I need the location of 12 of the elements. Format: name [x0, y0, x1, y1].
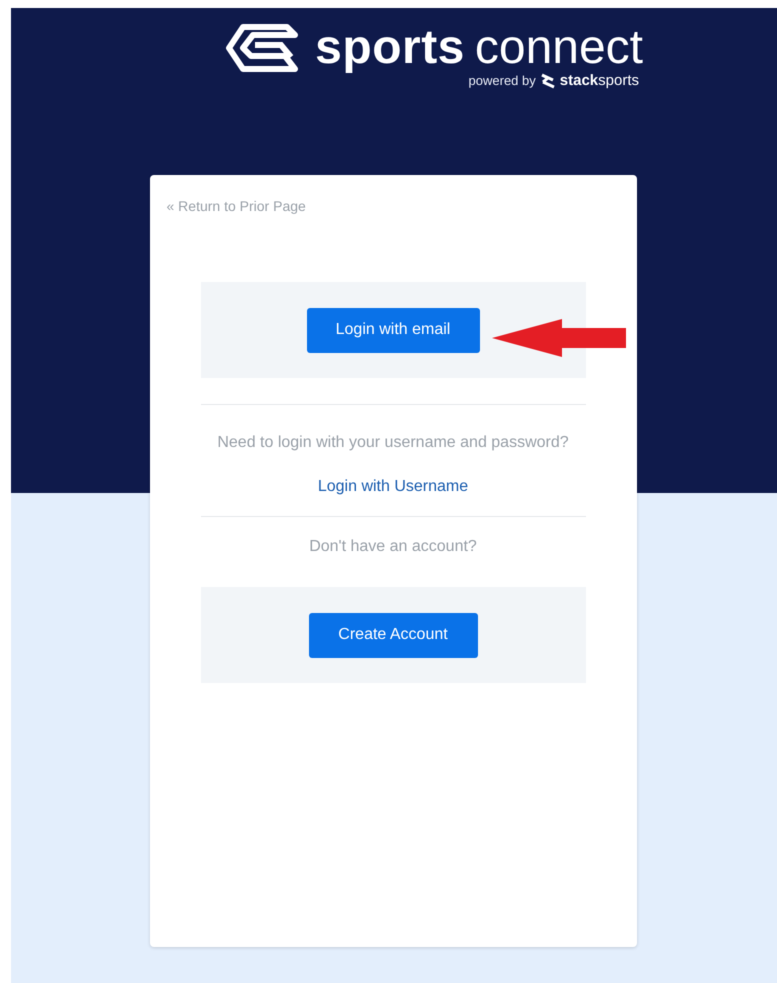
return-link[interactable]: « Return to Prior Page — [166, 198, 306, 214]
brand-text: stack — [560, 72, 598, 89]
login-email-button[interactable]: Login with email — [306, 308, 480, 352]
login-username-link[interactable]: Login with Username — [318, 478, 468, 496]
tagline-text: powered by — [468, 73, 536, 88]
create-account-button[interactable]: Create Account — [308, 612, 478, 658]
brand-text: sports — [598, 72, 639, 89]
brand-icon — [540, 72, 555, 88]
account-prompt: Don't have an account? — [308, 538, 478, 556]
logo-text: connect — [474, 20, 643, 74]
logo-text: sports — [315, 20, 465, 76]
username-prompt: Need to login with your username and password? — [216, 434, 570, 452]
